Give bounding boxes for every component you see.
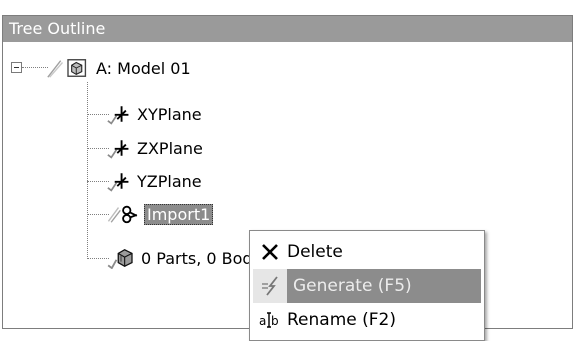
tree-node-label: ZXPlane xyxy=(137,138,203,158)
delete-x-icon xyxy=(253,243,287,261)
tree-node-label: YZPlane xyxy=(137,171,202,191)
plane-axes-icon xyxy=(107,140,129,159)
plane-axes-icon xyxy=(107,173,129,192)
panel-title: Tree Outline xyxy=(3,16,572,42)
menu-item-rename[interactable]: a b Rename (F2) xyxy=(253,303,481,337)
tree-connector xyxy=(87,82,88,259)
tree-node-xyplane[interactable]: XYPlane xyxy=(107,100,202,128)
svg-text:a: a xyxy=(259,314,266,328)
tree-connector xyxy=(87,258,109,259)
collapse-toggle[interactable] xyxy=(11,62,22,73)
tree-connector xyxy=(87,181,109,182)
model-icon xyxy=(47,59,87,78)
menu-item-label: Generate (F5) xyxy=(293,276,412,296)
tree-node-label: A: Model 01 xyxy=(96,58,191,78)
import-feature-icon xyxy=(107,205,138,224)
rename-icon: a b xyxy=(253,311,287,329)
svg-text:b: b xyxy=(271,314,279,328)
plane-axes-icon xyxy=(107,106,129,125)
tree-node-zxplane[interactable]: ZXPlane xyxy=(107,134,203,162)
generate-bolt-icon xyxy=(253,269,287,303)
menu-item-label: Delete xyxy=(287,242,343,262)
parts-cube-icon xyxy=(107,249,133,269)
tree-connector xyxy=(87,148,109,149)
tree-node-label: XYPlane xyxy=(137,104,202,124)
tree-connector xyxy=(87,114,109,115)
tree-node-label: Import1 xyxy=(144,203,214,225)
context-menu: Delete Generate (F5) a b Rename (F2) xyxy=(249,230,485,341)
tree-node-import1[interactable]: Import1 xyxy=(107,200,214,228)
tree-node-yzplane[interactable]: YZPlane xyxy=(107,167,202,195)
tree-outline-panel: Tree Outline A: Model 01 XYPlane ZXPlane… xyxy=(2,15,573,341)
tree-connector xyxy=(87,214,109,215)
menu-item-delete[interactable]: Delete xyxy=(253,235,481,269)
menu-item-generate[interactable]: Generate (F5) xyxy=(253,269,481,303)
menu-item-label: Rename (F2) xyxy=(287,310,396,330)
tree-connector xyxy=(22,67,48,68)
tree-node-root[interactable]: A: Model 01 xyxy=(46,54,191,82)
